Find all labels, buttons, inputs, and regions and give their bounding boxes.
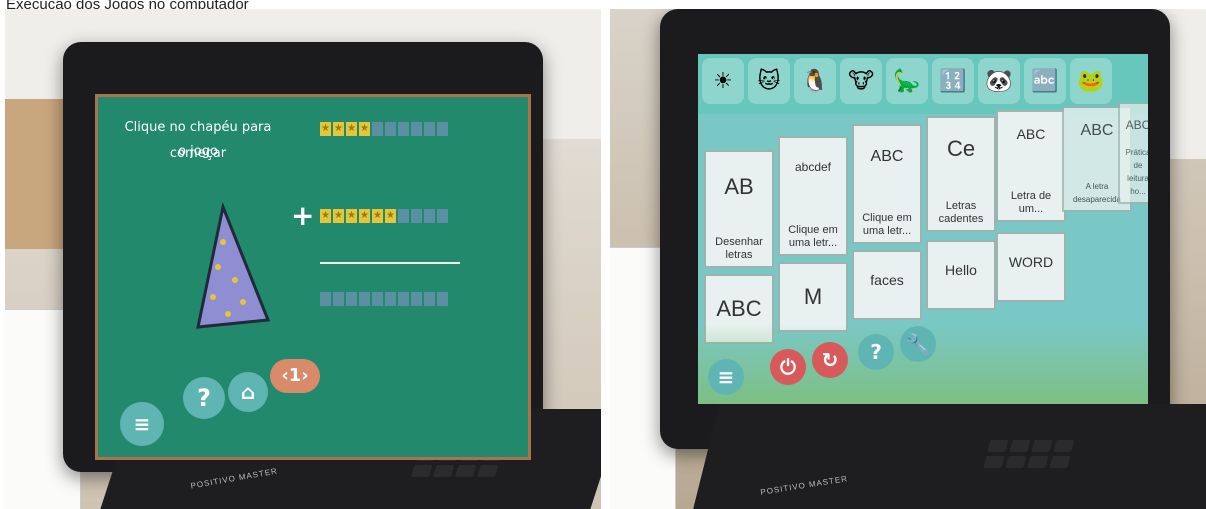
- star-icon: ★: [320, 209, 331, 223]
- tile-clique-letra-2[interactable]: ABC Clique em uma letr...: [852, 124, 922, 244]
- progress-row-3: [320, 292, 448, 306]
- star-icon: ★: [333, 209, 344, 223]
- menu-button[interactable]: ≡: [708, 359, 744, 395]
- sun-icon[interactable]: ☀: [702, 58, 744, 104]
- train-abc-icon: ABC: [870, 148, 904, 165]
- game-screen: Clique no chapéu para começar o jogo ★ ★ ★…: [95, 94, 531, 460]
- empty-cell: [437, 122, 448, 136]
- cow-icon[interactable]: 🐮: [840, 58, 882, 104]
- empty-cell: [411, 122, 422, 136]
- empty-cell: [398, 122, 409, 136]
- star-icon: ★: [333, 122, 344, 136]
- empty-cell: [385, 122, 396, 136]
- faces-icon: faces: [870, 272, 904, 288]
- tile-letter-pyramid[interactable]: M: [778, 262, 848, 332]
- tile-pratica-leitura[interactable]: ABC Prática de leitura ho...: [1118, 102, 1148, 204]
- empty-cell: [424, 292, 435, 306]
- activity-menu-screen: ☀ 🐱 🐧 🐮 🦕 🔢 🐼 🔤 🐸 AB Desenhar letras abc…: [698, 54, 1148, 404]
- star-icon: ★: [346, 209, 357, 223]
- category-bar: ☀ 🐱 🐧 🐮 🦕 🔢 🐼 🔤 🐸: [698, 54, 1148, 114]
- instruction-line-2: o jogo: [178, 144, 218, 159]
- empty-cell: [398, 209, 409, 223]
- panda-icon[interactable]: 🐼: [978, 58, 1020, 104]
- menu-button[interactable]: ≡: [120, 402, 164, 446]
- empty-cell: [320, 292, 331, 306]
- reading-arrow-icon: ABC: [1125, 118, 1148, 132]
- tile-hello[interactable]: Hello: [926, 240, 996, 310]
- train-abcdef-icon: abcdef: [794, 160, 832, 174]
- progress-row-1: ★ ★ ★ ★: [320, 122, 448, 136]
- page-selector[interactable]: ‹1›: [270, 359, 320, 393]
- star-icon: ★: [385, 209, 396, 223]
- page-number: 1: [288, 365, 302, 386]
- photo-right: POSITIVO MASTER ☀ 🐱 🐧 🐮 🦕 🔢 🐼 🔤 🐸 AB Des…: [610, 9, 1206, 509]
- word-icon: WORD: [1008, 254, 1054, 270]
- chevron-left-icon[interactable]: ‹: [281, 365, 288, 386]
- falling-letters-icon: Ce: [946, 136, 976, 161]
- tile-letra-de-um[interactable]: ABC Letra de um...: [996, 110, 1066, 222]
- empty-cell: [424, 209, 435, 223]
- star-icon: ★: [320, 122, 331, 136]
- star-icon: ★: [372, 209, 383, 223]
- cat-icon[interactable]: 🐱: [748, 58, 790, 104]
- progress-row-2: ★ ★ ★ ★ ★ ★: [320, 209, 448, 223]
- star-icon: ★: [359, 122, 370, 136]
- empty-cell: [424, 122, 435, 136]
- hello-character-icon: Hello: [945, 262, 977, 278]
- empty-cell: [411, 292, 422, 306]
- power-button[interactable]: ⏻: [770, 349, 806, 385]
- wrench-icon[interactable]: 🔧: [900, 326, 936, 362]
- empty-cell: [398, 292, 409, 306]
- letters-icon[interactable]: 🔤: [1024, 58, 1066, 104]
- empty-cell: [437, 292, 448, 306]
- word-letters-icon: ABC: [1016, 126, 1046, 142]
- penguin-icon[interactable]: 🐧: [794, 58, 836, 104]
- help-button[interactable]: ?: [183, 377, 225, 419]
- pyramid-icon: M: [803, 284, 823, 309]
- help-button[interactable]: ?: [858, 334, 894, 370]
- plus-sign: +: [291, 199, 315, 232]
- tile-desenhar-letras[interactable]: AB Desenhar letras: [704, 150, 774, 268]
- home-button[interactable]: ⌂: [228, 372, 268, 412]
- draw-letters-icon: AB: [724, 174, 754, 199]
- photo-left: POSITIVO MASTER Clique no chapéu para co…: [5, 9, 601, 509]
- empty-cell: [359, 292, 370, 306]
- empty-cell: [437, 209, 448, 223]
- empty-cell: [372, 122, 383, 136]
- refresh-button[interactable]: ↻: [812, 342, 848, 378]
- empty-cell: [385, 292, 396, 306]
- tile-faces[interactable]: faces: [852, 250, 922, 320]
- chevron-right-icon[interactable]: ›: [301, 365, 308, 386]
- dino-icon[interactable]: 🦕: [886, 58, 928, 104]
- empty-cell: [411, 209, 422, 223]
- tile-letras-cadentes[interactable]: Ce Letras cadentes: [926, 116, 996, 232]
- star-icon: ★: [359, 209, 370, 223]
- empty-cell: [333, 292, 344, 306]
- tile-clique-letra-1[interactable]: abcdef Clique em uma letr...: [778, 136, 848, 256]
- empty-cell: [372, 292, 383, 306]
- tile-word[interactable]: WORD: [996, 232, 1066, 302]
- sum-line: [320, 262, 460, 264]
- numbers-icon[interactable]: 🔢: [932, 58, 974, 104]
- wizard-hat-icon[interactable]: [193, 202, 273, 332]
- star-icon: ★: [346, 122, 357, 136]
- frog-icon[interactable]: 🐸: [1070, 58, 1112, 104]
- abc-arrow-icon: ABC: [716, 296, 762, 321]
- empty-cell: [346, 292, 357, 306]
